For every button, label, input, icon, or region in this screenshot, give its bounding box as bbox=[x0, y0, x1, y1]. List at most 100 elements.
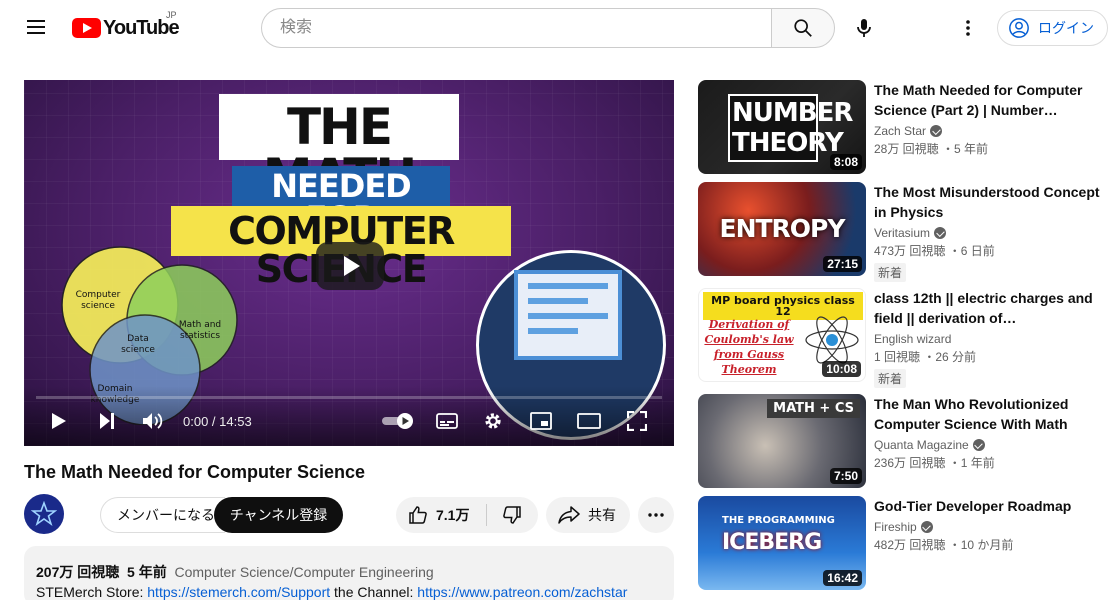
youtube-logo[interactable]: YouTube JP bbox=[72, 10, 180, 40]
login-button[interactable]: ログイン bbox=[997, 10, 1108, 46]
stemerch-link[interactable]: https://stemerch.com/Support bbox=[147, 584, 330, 600]
progress-bar[interactable] bbox=[36, 396, 662, 399]
upload-age: 5 年前 bbox=[127, 564, 167, 580]
miniplayer-button[interactable] bbox=[526, 406, 556, 436]
subtitles-icon bbox=[436, 413, 458, 429]
time-display: 0:00 / 14:53 bbox=[183, 414, 252, 429]
recommendation-info: The Man Who Revolutionized Computer Scie… bbox=[874, 394, 1108, 471]
volume-icon bbox=[143, 413, 163, 429]
like-count: 7.1万 bbox=[436, 507, 470, 523]
search-input[interactable] bbox=[262, 9, 772, 47]
recommendation-meta: 473万 回視聴 ・6 日前 bbox=[874, 244, 995, 258]
recommendation-channel: Quanta Magazine bbox=[874, 438, 1108, 452]
masthead: YouTube JP ログイン bbox=[0, 0, 1109, 56]
recommendation-item[interactable]: ENTROPY 27:15 The Most Misunderstood Con… bbox=[698, 182, 1108, 282]
subscribe-button[interactable]: チャンネル登録 bbox=[214, 497, 343, 533]
video-thumbnail: ENTROPY 27:15 bbox=[698, 182, 866, 276]
autoplay-toggle-icon bbox=[382, 413, 413, 429]
fullscreen-button[interactable] bbox=[622, 406, 652, 436]
miniplayer-icon bbox=[530, 412, 552, 430]
search-button[interactable] bbox=[771, 8, 835, 48]
recommendation-meta: 482万 回視聴 ・10 か月前 bbox=[874, 538, 1014, 552]
presentation-board-icon bbox=[514, 270, 622, 360]
video-thumbnail: THE PROGRAMMING ICEBERG 16:42 bbox=[698, 496, 866, 590]
recommendation-item[interactable]: NUMBER THEORY 8:08 The Math Needed for C… bbox=[698, 80, 1108, 174]
settings-more-button[interactable] bbox=[952, 12, 984, 44]
thumbnail-subtext: ICEBERG bbox=[722, 530, 822, 555]
account-icon bbox=[1009, 18, 1029, 38]
video-thumbnail: MATH + CS 7:50 bbox=[698, 394, 866, 488]
thumbnail-text: THE PROGRAMMING bbox=[722, 515, 835, 526]
recommendation-meta: 1 回視聴 ・26 分前 bbox=[874, 350, 977, 364]
gear-icon bbox=[485, 413, 501, 429]
video-player[interactable]: THE MATH NEEDED FOR COMPUTER SCIENCE Com… bbox=[24, 80, 674, 446]
more-actions-button[interactable] bbox=[638, 497, 674, 533]
thumbnail-text: MATH + CS bbox=[767, 399, 860, 418]
theater-mode-button[interactable] bbox=[574, 406, 604, 436]
autoplay-toggle[interactable] bbox=[380, 406, 416, 436]
horizontal-dots-icon bbox=[648, 513, 664, 517]
play-icon bbox=[52, 413, 66, 429]
recommendation-channel: English wizard bbox=[874, 332, 1108, 346]
next-button[interactable] bbox=[92, 406, 122, 436]
channel-name: Veritasium bbox=[874, 226, 931, 240]
verified-icon bbox=[934, 227, 947, 239]
theater-mode-icon bbox=[577, 413, 601, 429]
description-box[interactable]: 207万 回視聴 5 年前 Computer Science/Computer … bbox=[24, 546, 674, 600]
thumbnail-title-line2: NEEDED FOR bbox=[232, 166, 450, 234]
description-mid: the Channel: bbox=[330, 584, 418, 600]
like-dislike-group: 7.1万 bbox=[396, 497, 538, 533]
login-label: ログイン bbox=[1038, 20, 1094, 36]
voice-search-button[interactable] bbox=[844, 8, 884, 48]
recommendation-channel: Veritasium bbox=[874, 226, 1108, 240]
channel-name: Quanta Magazine bbox=[874, 438, 969, 452]
recommendation-title: The Math Needed for Computer Science (Pa… bbox=[874, 82, 1083, 118]
share-button[interactable]: 共有 bbox=[546, 497, 630, 533]
vertical-dots-icon bbox=[966, 20, 970, 36]
video-duration: 10:08 bbox=[822, 361, 861, 377]
recommendation-title: class 12th || electric charges and field… bbox=[874, 290, 1093, 326]
channel-name: English wizard bbox=[874, 332, 952, 346]
video-duration: 8:08 bbox=[829, 154, 862, 170]
join-membership-button[interactable]: メンバーになる bbox=[100, 497, 225, 533]
play-button[interactable] bbox=[44, 406, 74, 436]
recommendation-meta: 28万 回視聴 ・5 年前 bbox=[874, 142, 989, 156]
recommendation-info: The Math Needed for Computer Science (Pa… bbox=[874, 80, 1108, 157]
fullscreen-icon bbox=[627, 411, 647, 431]
patreon-link[interactable]: https://www.patreon.com/zachstar bbox=[417, 584, 627, 600]
recommendation-meta: 236万 回視聴 ・1 年前 bbox=[874, 456, 995, 470]
channel-name: Zach Star bbox=[874, 124, 927, 138]
new-badge: 新着 bbox=[874, 369, 907, 388]
menu-icon[interactable] bbox=[24, 17, 48, 39]
recommendation-item[interactable]: MATH + CS 7:50 The Man Who Revolutionize… bbox=[698, 394, 1108, 488]
channel-avatar[interactable] bbox=[24, 494, 64, 534]
large-play-button[interactable] bbox=[316, 242, 384, 290]
video-duration: 16:42 bbox=[823, 570, 862, 586]
venn-label-math: Math and statistics bbox=[179, 320, 221, 341]
share-label: 共有 bbox=[588, 507, 616, 523]
share-icon bbox=[558, 506, 580, 524]
mute-button[interactable] bbox=[138, 406, 168, 436]
verified-icon bbox=[920, 521, 933, 533]
venn-label-cs: Computer science bbox=[76, 290, 121, 311]
recommendation-channel: Zach Star bbox=[874, 124, 1108, 138]
recommendation-item[interactable]: MP board physics class 12 Derivation of … bbox=[698, 288, 1108, 388]
subtitles-button[interactable] bbox=[432, 406, 462, 436]
verified-icon bbox=[930, 125, 943, 137]
microphone-icon bbox=[857, 19, 871, 37]
description-text: STEMerch Store: https://stemerch.com/Sup… bbox=[36, 582, 662, 600]
video-duration: 7:50 bbox=[829, 468, 862, 484]
dislike-button[interactable] bbox=[487, 497, 537, 533]
thumbs-up-icon bbox=[409, 506, 427, 524]
recommendation-title: The Most Misunderstood Concept in Physic… bbox=[874, 184, 1100, 220]
view-count: 207万 回視聴 bbox=[36, 564, 120, 580]
youtube-play-icon bbox=[72, 18, 101, 38]
region-code: JP bbox=[166, 10, 177, 20]
recommendation-item[interactable]: THE PROGRAMMING ICEBERG 16:42 God-Tier D… bbox=[698, 496, 1108, 590]
skip-next-icon bbox=[100, 413, 114, 429]
video-title: The Math Needed for Computer Science bbox=[24, 462, 366, 482]
description-meta: 207万 回視聴 5 年前 Computer Science/Computer … bbox=[36, 562, 662, 582]
settings-button[interactable] bbox=[478, 406, 508, 436]
star-logo-icon bbox=[31, 501, 57, 527]
like-button[interactable]: 7.1万 bbox=[396, 497, 486, 533]
